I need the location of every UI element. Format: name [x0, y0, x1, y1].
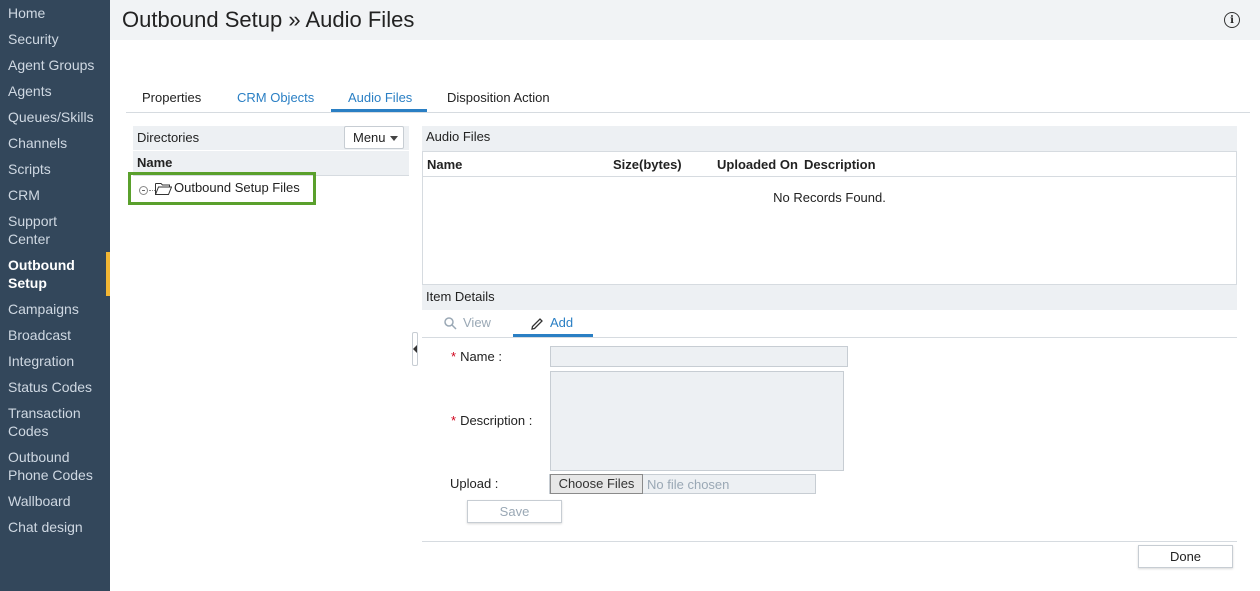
sidebar-item-outbound-setup[interactable]: Outbound Setup — [0, 252, 110, 296]
required-marker: * — [451, 413, 457, 428]
name-label: * Name : — [451, 349, 502, 364]
name-label-text: Name : — [460, 349, 502, 364]
sidebar-item-broadcast[interactable]: Broadcast — [0, 326, 110, 344]
sidebar-item-integration[interactable]: Integration — [0, 352, 110, 370]
page-header: Outbound Setup » Audio Files i — [110, 0, 1260, 40]
active-subtab-indicator — [513, 334, 593, 337]
sidebar-item-status-codes[interactable]: Status Codes — [0, 378, 110, 396]
pencil-icon — [531, 317, 543, 330]
sidebar-item-chat-design[interactable]: Chat design — [0, 518, 110, 536]
upload-label: Upload : — [450, 476, 499, 491]
done-button[interactable]: Done — [1138, 545, 1233, 568]
sidebar-item-support-center[interactable]: Support Center — [0, 212, 90, 248]
page-title: Outbound Setup » Audio Files — [122, 7, 415, 32]
tree-node-outbound-setup-files[interactable]: Outbound Setup Files — [128, 172, 316, 205]
column-header-uploaded-on[interactable]: Uploaded On — [717, 157, 798, 172]
directories-title: Directories — [137, 130, 200, 145]
sidebar-item-wallboard[interactable]: Wallboard — [0, 492, 110, 510]
sidebar-item-agent-groups[interactable]: Agent Groups — [0, 56, 110, 74]
sidebar-item-crm[interactable]: CRM — [0, 186, 110, 204]
tree-node-label: Outbound Setup Files — [174, 180, 300, 195]
info-icon[interactable]: i — [1224, 12, 1240, 28]
tree-collapse-icon[interactable] — [139, 186, 148, 195]
search-icon — [444, 317, 457, 330]
tab-add-label: Add — [550, 315, 574, 330]
audio-files-panel: Audio Files Name Size(bytes) Uploaded On… — [422, 126, 1237, 285]
item-details-tabs: View Add — [422, 311, 1237, 338]
tab-properties[interactable]: Properties — [142, 90, 201, 106]
tab-view[interactable]: View — [444, 315, 491, 330]
choose-files-button[interactable]: Choose Files — [550, 474, 643, 494]
sidebar-nav: Home Security Agent Groups Agents Queues… — [0, 0, 110, 591]
tab-add[interactable]: Add — [530, 315, 573, 331]
sidebar-item-channels[interactable]: Channels — [0, 134, 110, 152]
sidebar-item-scripts[interactable]: Scripts — [0, 160, 110, 178]
caret-down-icon — [390, 136, 398, 141]
tab-disposition-action[interactable]: Disposition Action — [447, 90, 550, 106]
collapse-panel-handle[interactable] — [412, 332, 418, 366]
save-button[interactable]: Save — [467, 500, 562, 523]
folder-open-icon — [155, 183, 172, 195]
tab-crm-objects[interactable]: CRM Objects — [237, 90, 314, 106]
name-field[interactable] — [550, 346, 848, 367]
menu-button-label: Menu — [353, 130, 386, 145]
file-status-text: No file chosen — [647, 477, 730, 492]
sidebar-item-outbound-phone-codes[interactable]: Outbound Phone Codes — [0, 448, 100, 484]
sidebar-item-agents[interactable]: Agents — [0, 82, 110, 100]
empty-table-message: No Records Found. — [773, 190, 886, 205]
audio-files-table: Name Size(bytes) Uploaded On Description… — [422, 151, 1237, 285]
sidebar-item-security[interactable]: Security — [0, 30, 110, 48]
description-label: * Description : — [451, 413, 532, 428]
file-upload-field: Choose Files No file chosen — [549, 474, 816, 494]
menu-dropdown-button[interactable]: Menu — [344, 126, 404, 149]
sidebar-item-home[interactable]: Home — [0, 4, 110, 22]
description-field[interactable] — [550, 371, 844, 471]
footer-divider — [422, 541, 1237, 542]
sidebar-item-transaction-codes[interactable]: Transaction Codes — [0, 404, 90, 440]
sidebar-item-queues-skills[interactable]: Queues/Skills — [0, 108, 110, 126]
column-header-description[interactable]: Description — [804, 157, 876, 172]
column-header-name[interactable]: Name — [427, 157, 462, 172]
sidebar-item-outbound-setup-label: Outbound Setup — [8, 257, 75, 291]
tab-audio-files[interactable]: Audio Files — [348, 90, 412, 106]
directories-panel: Directories Menu Name — [133, 126, 409, 176]
table-header-row: Name Size(bytes) Uploaded On Description — [423, 152, 1236, 177]
active-tab-indicator — [331, 109, 427, 112]
column-header-size[interactable]: Size(bytes) — [613, 157, 682, 172]
directories-header: Directories Menu — [133, 126, 409, 150]
tab-bar: Properties CRM Objects Audio Files Dispo… — [126, 86, 1250, 113]
item-details-title: Item Details — [422, 285, 1237, 310]
required-marker: * — [451, 349, 457, 364]
tab-view-label: View — [463, 315, 491, 330]
audio-files-title: Audio Files — [422, 126, 1237, 151]
description-label-text: Description : — [460, 413, 533, 428]
sidebar-item-campaigns[interactable]: Campaigns — [0, 300, 110, 318]
